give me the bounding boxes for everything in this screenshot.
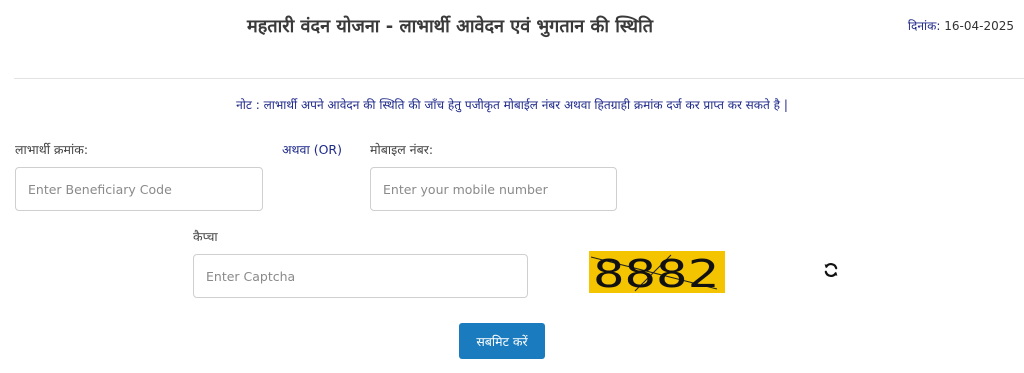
- mobile-number-label: मोबाइल नंबर:: [370, 142, 434, 157]
- captcha-image: 8882: [589, 251, 725, 293]
- date-display: दिनांक: 16-04-2025: [908, 17, 1014, 34]
- or-separator: अथवा (OR): [282, 142, 342, 157]
- date-label: दिनांक:: [907, 19, 941, 33]
- instruction-note: नोट : लाभार्थी अपने आवेदन की स्थिति की ज…: [236, 98, 788, 112]
- refresh-icon: [824, 263, 838, 277]
- captcha-text: 8882: [593, 252, 719, 293]
- mobile-number-input[interactable]: [370, 167, 617, 211]
- captcha-input[interactable]: [193, 254, 528, 298]
- page-title: महतारी वंदन योजना - लाभार्थी आवेदन एवं भ…: [247, 16, 653, 37]
- captcha-label: कैप्चा: [193, 229, 218, 244]
- beneficiary-code-label: लाभार्थी क्रमांक:: [15, 142, 89, 157]
- date-value: 16-04-2025: [944, 19, 1014, 33]
- header-divider: [14, 78, 1024, 79]
- submit-button[interactable]: सबमिट करें: [459, 323, 545, 359]
- refresh-captcha-button[interactable]: [820, 259, 842, 281]
- beneficiary-code-input[interactable]: [15, 167, 263, 211]
